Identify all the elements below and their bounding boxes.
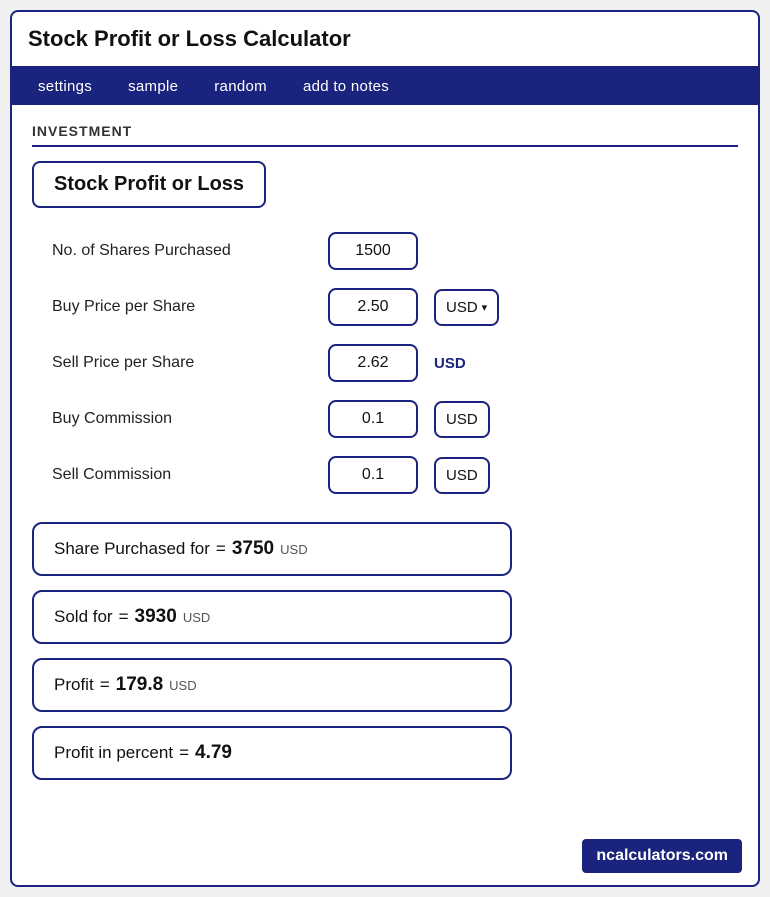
result-sold-for-equals: = bbox=[119, 607, 129, 627]
result-shares-purchased-value: 3750 bbox=[232, 538, 274, 560]
result-profit-percent: Profit in percent = 4.79 bbox=[32, 726, 512, 780]
result-profit: Profit = 179.8 USD bbox=[32, 658, 512, 712]
sell-commission-label: Sell Commission bbox=[52, 466, 312, 484]
shares-label: No. of Shares Purchased bbox=[52, 242, 312, 260]
result-sold-for-value: 3930 bbox=[135, 606, 177, 628]
nav-add-to-notes[interactable]: add to notes bbox=[285, 68, 407, 105]
result-shares-purchased-unit: USD bbox=[280, 542, 307, 557]
result-profit-percent-value: 4.79 bbox=[195, 742, 232, 764]
sell-commission-input[interactable] bbox=[328, 456, 418, 494]
buy-price-currency-dropdown[interactable]: USD ▾ bbox=[434, 289, 499, 326]
result-shares-purchased-equals: = bbox=[216, 539, 226, 559]
result-profit-unit: USD bbox=[169, 678, 196, 693]
sell-price-row: Sell Price per Share USD bbox=[52, 344, 738, 382]
calculator-title: Stock Profit or Loss Calculator bbox=[28, 26, 351, 51]
result-sold-for-unit: USD bbox=[183, 610, 210, 625]
result-shares-purchased-label: Share Purchased for bbox=[54, 539, 210, 559]
sell-price-currency-text: USD bbox=[434, 355, 466, 372]
result-boxes: Share Purchased for = 3750 USD Sold for … bbox=[32, 522, 738, 780]
result-profit-percent-label: Profit in percent bbox=[54, 743, 173, 763]
watermark: ncalculators.com bbox=[582, 839, 742, 873]
section-label: INVESTMENT bbox=[32, 123, 738, 147]
result-profit-value: 179.8 bbox=[116, 674, 164, 696]
nav-random[interactable]: random bbox=[196, 68, 285, 105]
sell-commission-row: Sell Commission USD bbox=[52, 456, 738, 494]
buy-price-input[interactable] bbox=[328, 288, 418, 326]
chevron-down-icon: ▾ bbox=[482, 301, 488, 314]
buy-price-currency-label: USD bbox=[446, 299, 478, 316]
sell-price-input[interactable] bbox=[328, 344, 418, 382]
nav-bar: settings sample random add to notes bbox=[12, 68, 758, 105]
result-profit-equals: = bbox=[100, 675, 110, 695]
buy-commission-input[interactable] bbox=[328, 400, 418, 438]
sell-commission-currency-box[interactable]: USD bbox=[434, 457, 490, 494]
nav-settings[interactable]: settings bbox=[20, 68, 110, 105]
result-profit-label: Profit bbox=[54, 675, 94, 695]
result-profit-percent-equals: = bbox=[179, 743, 189, 763]
buy-commission-label: Buy Commission bbox=[52, 410, 312, 428]
buy-commission-currency-box[interactable]: USD bbox=[434, 401, 490, 438]
buy-price-row: Buy Price per Share USD ▾ bbox=[52, 288, 738, 326]
sell-commission-currency-label: USD bbox=[446, 467, 478, 484]
shares-input[interactable] bbox=[328, 232, 418, 270]
buy-commission-row: Buy Commission USD bbox=[52, 400, 738, 438]
shares-row: No. of Shares Purchased bbox=[52, 232, 738, 270]
buy-price-label: Buy Price per Share bbox=[52, 298, 312, 316]
buy-commission-currency-label: USD bbox=[446, 411, 478, 428]
calculator-type-title: Stock Profit or Loss bbox=[32, 161, 266, 208]
title-bar: Stock Profit or Loss Calculator bbox=[12, 12, 758, 68]
calculator-container: Stock Profit or Loss Calculator settings… bbox=[10, 10, 760, 887]
sell-price-label: Sell Price per Share bbox=[52, 354, 312, 372]
result-sold-for-label: Sold for bbox=[54, 607, 113, 627]
form-rows: No. of Shares Purchased Buy Price per Sh… bbox=[32, 232, 738, 494]
result-sold-for: Sold for = 3930 USD bbox=[32, 590, 512, 644]
result-shares-purchased: Share Purchased for = 3750 USD bbox=[32, 522, 512, 576]
content-area: INVESTMENT Stock Profit or Loss No. of S… bbox=[12, 105, 758, 885]
nav-sample[interactable]: sample bbox=[110, 68, 196, 105]
